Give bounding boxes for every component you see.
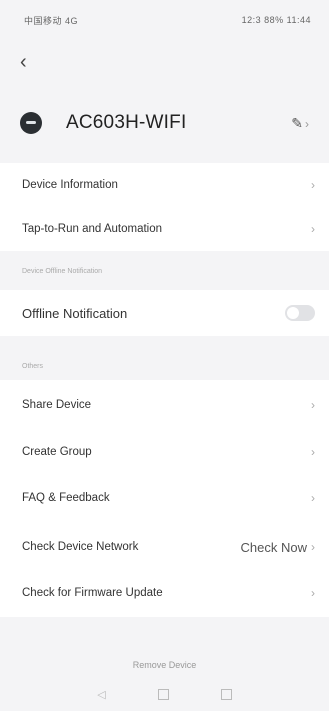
chevron-right-icon: › xyxy=(311,222,315,236)
chevron-right-icon: › xyxy=(311,178,315,192)
check-network-row[interactable]: Check Device Network Check Now › xyxy=(0,527,329,567)
chevron-right-icon: › xyxy=(311,586,315,600)
device-icon xyxy=(20,112,42,134)
device-header: AC603H-WIFI ✎ › xyxy=(0,98,329,148)
status-right: 12:3 88% 11:44 xyxy=(241,15,311,25)
create-group-row[interactable]: Create Group › xyxy=(0,432,329,472)
faq-feedback-label: FAQ & Feedback xyxy=(22,492,110,504)
check-network-label: Check Device Network xyxy=(22,541,139,553)
tap-to-run-label: Tap-to-Run and Automation xyxy=(22,223,163,235)
check-now-link[interactable]: Check Now xyxy=(241,540,307,555)
share-device-row[interactable]: Share Device › xyxy=(0,385,329,425)
status-bar: 中国移动 4G 12:3 88% 11:44 xyxy=(0,0,329,40)
offline-notification-label: Offline Notification xyxy=(22,305,128,321)
device-information-row[interactable]: Device Information › xyxy=(0,165,329,205)
check-firmware-row[interactable]: Check for Firmware Update › xyxy=(0,573,329,613)
chevron-right-icon: › xyxy=(311,491,315,505)
section-title-offline: Device Offline Notification xyxy=(22,268,103,275)
section-title-others: Others xyxy=(22,363,44,370)
offline-notification-toggle[interactable] xyxy=(285,305,315,321)
remove-device-button[interactable]: Remove Device xyxy=(0,660,329,670)
offline-notification-row: Offline Notification xyxy=(0,293,329,333)
system-nav-bar: ◁ xyxy=(0,680,329,708)
status-left: 中国移动 4G xyxy=(24,15,79,26)
chevron-right-icon: › xyxy=(311,398,315,412)
check-firmware-label: Check for Firmware Update xyxy=(22,587,163,599)
back-triangle-icon[interactable]: ◁ xyxy=(97,688,105,701)
share-device-label: Share Device xyxy=(22,399,92,411)
chevron-right-icon: › xyxy=(311,540,315,554)
recents-square-icon[interactable] xyxy=(220,688,232,700)
device-name: AC603H-WIFI xyxy=(66,112,187,133)
chevron-right-icon: › xyxy=(311,445,315,459)
create-group-label: Create Group xyxy=(22,446,92,458)
chevron-left-icon: ‹ xyxy=(20,51,27,73)
pencil-icon: ✎ xyxy=(291,114,303,131)
tap-to-run-row[interactable]: Tap-to-Run and Automation › xyxy=(0,209,329,249)
back-button[interactable]: ‹ xyxy=(20,52,27,72)
device-information-label: Device Information xyxy=(22,179,118,191)
faq-feedback-row[interactable]: FAQ & Feedback › xyxy=(0,478,329,518)
home-square-icon[interactable] xyxy=(157,688,169,700)
chevron-right-icon: › xyxy=(305,116,309,131)
edit-name-button[interactable]: ✎ › xyxy=(291,115,309,132)
